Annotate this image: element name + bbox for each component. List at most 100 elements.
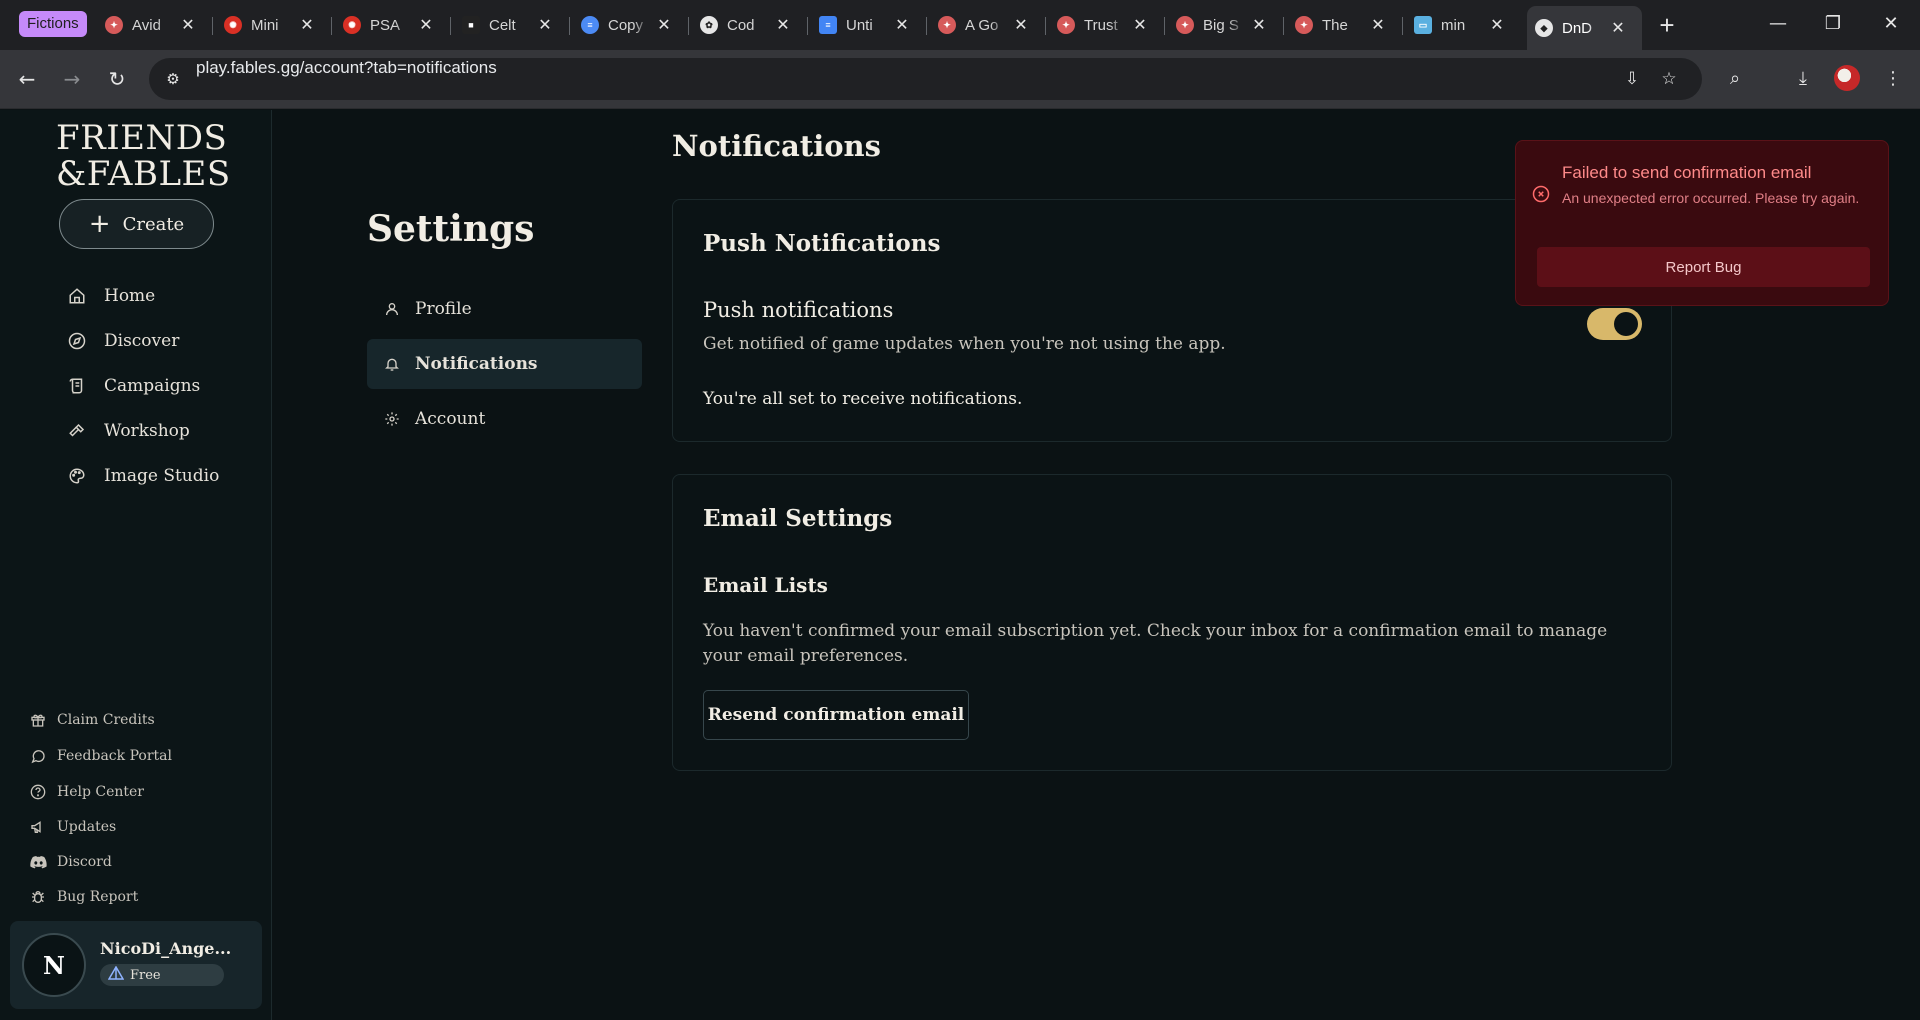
tab-group-label[interactable]: Fictions <box>19 11 87 37</box>
tab-label: A Go <box>965 16 999 34</box>
footer-item-feedback-portal[interactable]: Feedback Portal <box>29 744 172 768</box>
megaphone-icon <box>29 818 47 836</box>
user-name: NicoDi_Ange... <box>100 939 232 958</box>
browser-tab[interactable]: ✺ Mini ✕ <box>216 8 332 42</box>
tab-favicon-icon: ▭ <box>1414 16 1432 34</box>
bell-icon <box>383 355 401 373</box>
resend-confirmation-button[interactable]: Resend confirmation email <box>703 690 969 740</box>
report-bug-button[interactable]: Report Bug <box>1537 247 1870 287</box>
app-sidebar: FRIENDS &FABLES + Create Home Discover C… <box>0 110 272 1020</box>
tab-favicon-icon: ≡ <box>581 16 599 34</box>
browser-tab-active[interactable]: ◆ DnD ✕ <box>1527 6 1642 50</box>
tab-favicon-icon: ✦ <box>1176 16 1194 34</box>
footer-item-updates[interactable]: Updates <box>29 815 116 839</box>
triangle-icon <box>107 965 125 984</box>
address-bar[interactable]: ⚙ play.fables.gg/account?tab=notificatio… <box>149 58 1702 100</box>
bookmark-star-icon[interactable]: ☆ <box>1656 67 1682 91</box>
avatar[interactable]: N <box>22 933 86 997</box>
downloads-icon[interactable]: ⤓ <box>1788 64 1818 94</box>
browser-tab[interactable]: ✿ Cod ✕ <box>692 8 808 42</box>
tab-close-icon[interactable]: ✕ <box>299 15 315 35</box>
tab-favicon-icon: ◆ <box>1535 19 1553 37</box>
toggle-knob <box>1614 312 1638 336</box>
browser-tab[interactable]: ▭ min ✕ <box>1406 8 1521 42</box>
tab-close-icon[interactable]: ✕ <box>1132 15 1148 35</box>
url-text[interactable]: play.fables.gg/account?tab=notifications <box>196 58 497 78</box>
restore-icon[interactable]: ❐ <box>1810 6 1856 42</box>
tab-close-icon[interactable]: ✕ <box>656 15 672 35</box>
tab-close-icon[interactable]: ✕ <box>1489 15 1505 35</box>
create-button[interactable]: + Create <box>59 199 214 249</box>
tab-close-icon[interactable]: ✕ <box>537 15 553 35</box>
user-icon <box>383 300 401 318</box>
tab-favicon-icon: ✺ <box>343 16 361 34</box>
discord-icon <box>29 853 47 871</box>
tab-close-icon[interactable]: ✕ <box>418 15 434 35</box>
nav-item-home[interactable]: Home <box>67 280 155 312</box>
new-tab-button[interactable]: + <box>1652 10 1682 40</box>
browser-tab[interactable]: ✦ The ✕ <box>1287 8 1403 42</box>
back-icon[interactable]: ← <box>12 64 42 94</box>
tab-label: Cod <box>727 16 755 34</box>
browser-tabstrip: Fictions ✦ Avid ✕ ✺ Mini ✕ ✺ PSA ✕ ■ Cel… <box>0 0 1920 50</box>
site-info-icon[interactable]: ⚙ <box>161 67 185 91</box>
browser-tab[interactable]: ≡ Unti ✕ <box>811 8 927 42</box>
email-settings-card: Email Settings Email Lists You haven't c… <box>672 474 1672 771</box>
tab-favicon-icon: ✺ <box>224 16 242 34</box>
nav-item-label: Image Studio <box>104 466 220 486</box>
footer-item-help-center[interactable]: Help Center <box>29 780 144 804</box>
browser-tab[interactable]: ✺ PSA ✕ <box>335 8 451 42</box>
reload-icon[interactable]: ↻ <box>102 64 132 94</box>
settings-item-label: Account <box>415 409 486 429</box>
tab-close-icon[interactable]: ✕ <box>894 15 910 35</box>
toast-title: Failed to send confirmation email <box>1562 163 1812 182</box>
nav-item-discover[interactable]: Discover <box>67 325 179 357</box>
tab-close-icon[interactable]: ✕ <box>1610 18 1626 38</box>
settings-title: Settings <box>367 208 535 250</box>
tab-close-icon[interactable]: ✕ <box>1013 15 1029 35</box>
tab-favicon-icon: ✦ <box>1295 16 1313 34</box>
tab-favicon-icon: ✦ <box>938 16 956 34</box>
footer-item-label: Bug Report <box>57 889 139 905</box>
footer-item-bug-report[interactable]: Bug Report <box>29 885 138 909</box>
nav-item-workshop[interactable]: Workshop <box>67 415 190 447</box>
browser-tab[interactable]: ✦ A Go ✕ <box>930 8 1046 42</box>
browser-tab[interactable]: ■ Celt ✕ <box>454 8 570 42</box>
tab-close-icon[interactable]: ✕ <box>1251 15 1267 35</box>
nav-item-campaigns[interactable]: Campaigns <box>67 370 200 402</box>
browser-tab[interactable]: ✦ Avid ✕ <box>97 8 213 42</box>
browser-tab[interactable]: ✦ Trust ✕ <box>1049 8 1165 42</box>
forward-icon[interactable]: → <box>57 64 87 94</box>
browser-tab[interactable]: ✦ Big S ✕ <box>1168 8 1284 42</box>
settings-item-account[interactable]: Account <box>367 394 642 444</box>
app-logo[interactable]: FRIENDS &FABLES <box>56 120 230 192</box>
tab-close-icon[interactable]: ✕ <box>775 15 791 35</box>
footer-item-discord[interactable]: Discord <box>29 850 112 874</box>
nav-item-label: Discover <box>104 331 180 351</box>
email-lists-title: Email Lists <box>703 573 828 597</box>
settings-item-label: Profile <box>415 299 472 319</box>
settings-item-notifications[interactable]: Notifications <box>367 339 642 389</box>
home-icon <box>67 286 87 306</box>
settings-item-profile[interactable]: Profile <box>367 284 642 334</box>
footer-item-claim-credits[interactable]: Claim Credits <box>29 708 155 732</box>
push-row-description: Get notified of game updates when you're… <box>703 334 1226 354</box>
footer-item-label: Feedback Portal <box>57 748 172 764</box>
minimize-icon[interactable]: — <box>1755 6 1801 42</box>
tab-close-icon[interactable]: ✕ <box>1370 15 1386 35</box>
nav-item-image-studio[interactable]: Image Studio <box>67 460 219 492</box>
tab-search-icon[interactable]: ⌕ <box>1720 64 1750 94</box>
browser-tab[interactable]: ≡ Copy ✕ <box>573 8 689 42</box>
plus-icon: + <box>88 209 111 239</box>
close-window-icon[interactable]: ✕ <box>1868 6 1914 42</box>
gift-icon <box>29 711 47 729</box>
push-notifications-toggle[interactable] <box>1587 308 1642 340</box>
menu-kebab-icon[interactable]: ⋮ <box>1878 64 1908 94</box>
tab-close-icon[interactable]: ✕ <box>180 15 196 35</box>
tab-favicon-icon: ✦ <box>105 16 123 34</box>
card-title: Push Notifications <box>703 230 941 257</box>
user-card[interactable]: N NicoDi_Ange... Free <box>10 921 262 1009</box>
footer-item-label: Discord <box>57 854 112 870</box>
browser-profile-avatar[interactable] <box>1834 65 1860 91</box>
install-app-icon[interactable]: ⇩ <box>1619 67 1645 91</box>
